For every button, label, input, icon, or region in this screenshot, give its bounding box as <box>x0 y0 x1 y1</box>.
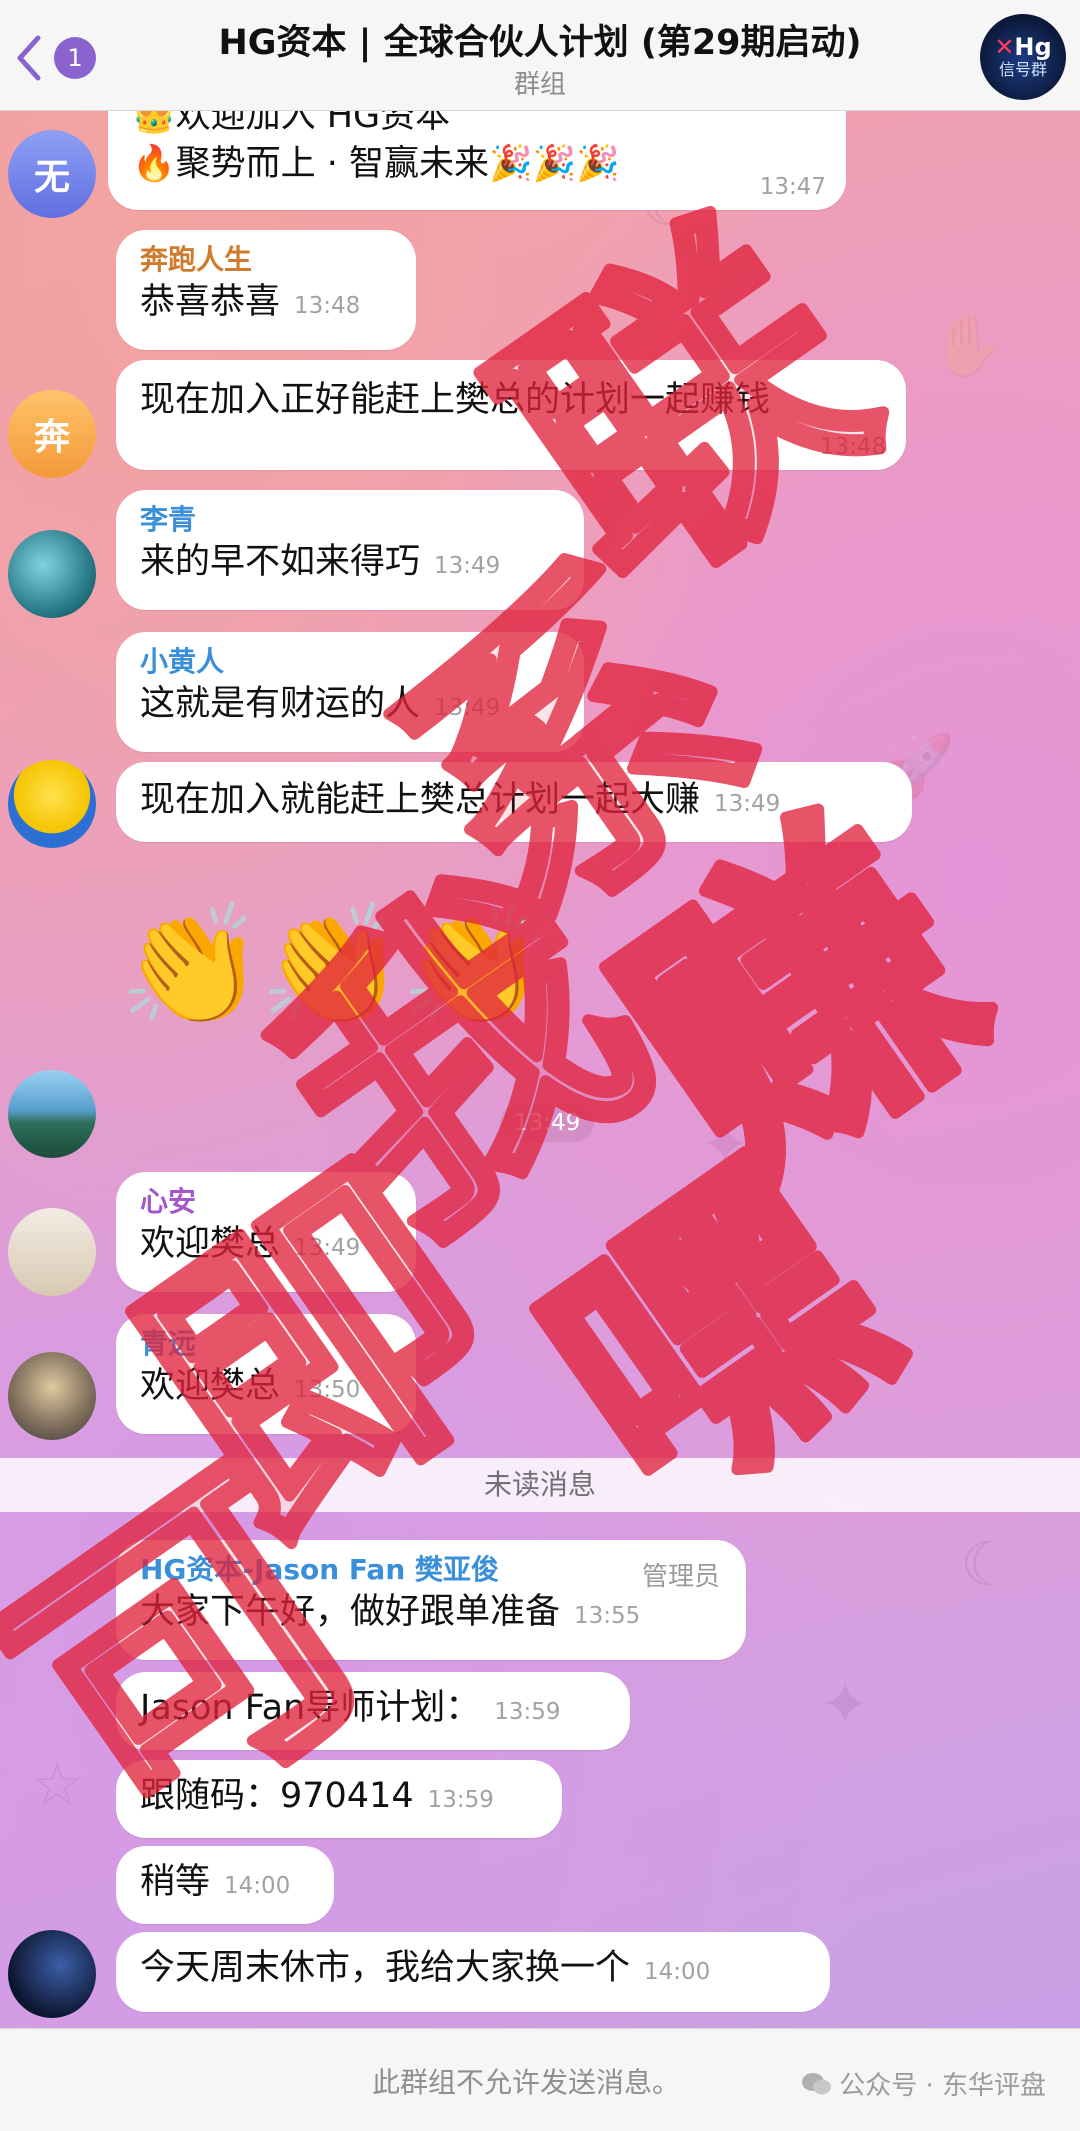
avatar[interactable]: 无 <box>8 130 96 218</box>
avatar[interactable] <box>8 530 96 618</box>
avatar-letter: 奔 <box>33 417 70 458</box>
message-text: 大家下午好，做好跟单准备 13:55 <box>140 1592 641 1632</box>
sender-name[interactable]: HG资本-Jason Fan 樊亚俊 <box>140 1552 722 1588</box>
message-text: 现在加入正好能赶上樊总的计划一起赚钱 <box>140 380 771 420</box>
message-text: 欢迎樊总 13:49 <box>140 1224 361 1264</box>
group-avatar-label: 信号群 <box>998 60 1047 79</box>
avatar-letter: 无 <box>33 157 70 198</box>
message-time: 13:48 <box>819 434 886 460</box>
message-bubble[interactable]: 李青 来的早不如来得巧 13:49 <box>116 490 584 610</box>
message-time: 14:00 <box>644 1959 711 1985</box>
send-disabled-notice: 此群组不允许发送消息。 <box>372 2066 681 2099</box>
bottom-bar: 此群组不允许发送消息。 公众号 · 东华评盘 <box>0 2028 1080 2131</box>
unread-divider: 未读消息 <box>0 1458 1080 1512</box>
doodle-icon: ✦ <box>700 1110 751 1180</box>
doodle-icon: ☾ <box>960 1530 1014 1600</box>
chat-subtitle: 群组 <box>513 70 566 100</box>
back-button[interactable]: 1 <box>14 28 114 88</box>
message-text: 欢迎樊总 13:50 <box>140 1366 361 1406</box>
doodle-icon: ✦ <box>820 1670 871 1740</box>
sender-name[interactable]: 小黄人 <box>140 644 560 680</box>
emoji-message[interactable]: 👏👏👏 <box>118 900 547 1030</box>
group-avatar-logo: ✕Hg <box>994 33 1052 61</box>
sender-name[interactable]: 李青 <box>140 502 560 538</box>
wechat-icon <box>802 2072 832 2094</box>
message-time: 13:49 <box>294 1235 361 1261</box>
message-text: 跟随码：970414 13:59 <box>140 1776 494 1816</box>
message-bubble[interactable]: 今天周末休市，我给大家换一个 14:00 <box>116 1932 830 2012</box>
sender-name[interactable]: 奔跑人生 <box>140 242 392 278</box>
message-time: 13:49 <box>714 791 781 817</box>
admin-badge: 管理员 <box>641 1562 720 1592</box>
message-time: 13:49 <box>500 1104 595 1142</box>
message-bubble[interactable]: 跟随码：970414 13:59 <box>116 1760 562 1838</box>
avatar[interactable] <box>8 760 96 848</box>
message-bubble[interactable]: 小黄人 这就是有财运的人 13:49 <box>116 632 584 752</box>
message-time: 13:55 <box>574 1603 641 1629</box>
avatar[interactable] <box>8 1208 96 1296</box>
message-bubble[interactable]: 奔跑人生 恭喜恭喜 13:48 <box>116 230 416 350</box>
doodle-icon: ☆ <box>30 1750 84 1820</box>
message-bubble[interactable]: 现在加入就能赶上樊总计划一起大赚 13:49 <box>116 762 912 842</box>
avatar[interactable] <box>8 1070 96 1158</box>
doodle-icon: ✋ <box>930 311 1005 381</box>
avatar[interactable] <box>8 1352 96 1440</box>
sender-name[interactable]: 心安 <box>140 1184 392 1220</box>
watermark: 公众号 · 东华评盘 <box>801 2065 1046 2102</box>
message-time: 13:47 <box>759 174 826 200</box>
chevron-left-icon <box>17 35 41 81</box>
message-bubble[interactable]: HG资本-Jason Fan 樊亚俊 管理员 大家下午好，做好跟单准备 13:55 <box>116 1540 746 1660</box>
message-time: 13:50 <box>294 1377 361 1403</box>
message-bubble[interactable]: 👑欢迎加入 HG资本 🔥聚势而上 · 智赢未来🎉🎉🎉 13:47 <box>108 96 846 210</box>
message-bubble[interactable]: 稍等 14:00 <box>116 1846 334 1924</box>
sender-name[interactable]: 青远 <box>140 1326 392 1362</box>
message-time: 13:59 <box>427 1787 494 1813</box>
message-time: 13:48 <box>294 293 361 319</box>
message-text: 这就是有财运的人 13:49 <box>140 684 501 724</box>
chat-header: 1 HG资本 | 全球合伙人计划 (第29期启动) 群组 ✕Hg 信号群 <box>0 0 1080 111</box>
message-text: 现在加入就能赶上樊总计划一起大赚 13:49 <box>140 780 781 820</box>
message-bubble[interactable]: Jason Fan导师计划： 13:59 <box>116 1672 630 1750</box>
chat-title[interactable]: HG资本 | 全球合伙人计划 (第29期启动) <box>130 14 950 65</box>
message-bubble[interactable]: 心安 欢迎樊总 13:49 <box>116 1172 416 1292</box>
message-time: 14:00 <box>224 1873 291 1899</box>
message-bubble[interactable]: 青远 欢迎樊总 13:50 <box>116 1314 416 1434</box>
avatar[interactable]: 奔 <box>8 390 96 478</box>
message-time: 13:59 <box>494 1699 561 1725</box>
unread-count-badge: 1 <box>54 37 96 79</box>
message-text: 今天周末休市，我给大家换一个 14:00 <box>140 1948 711 1988</box>
message-text: Jason Fan导师计划： 13:59 <box>140 1688 561 1728</box>
watermark-text: 公众号 · 东华评盘 <box>839 2071 1046 2101</box>
message-text: 来的早不如来得巧 13:49 <box>140 542 501 582</box>
avatar[interactable] <box>8 1930 96 2018</box>
message-time: 13:49 <box>434 553 501 579</box>
group-avatar[interactable]: ✕Hg 信号群 <box>980 14 1066 100</box>
message-bubble[interactable]: 现在加入正好能赶上樊总的计划一起赚钱 13:48 <box>116 360 906 470</box>
message-time: 13:49 <box>434 695 501 721</box>
message-text: 恭喜恭喜 13:48 <box>140 282 361 322</box>
message-text: 稍等 14:00 <box>140 1862 291 1902</box>
message-text: 🔥聚势而上 · 智赢未来🎉🎉🎉 <box>132 144 620 184</box>
